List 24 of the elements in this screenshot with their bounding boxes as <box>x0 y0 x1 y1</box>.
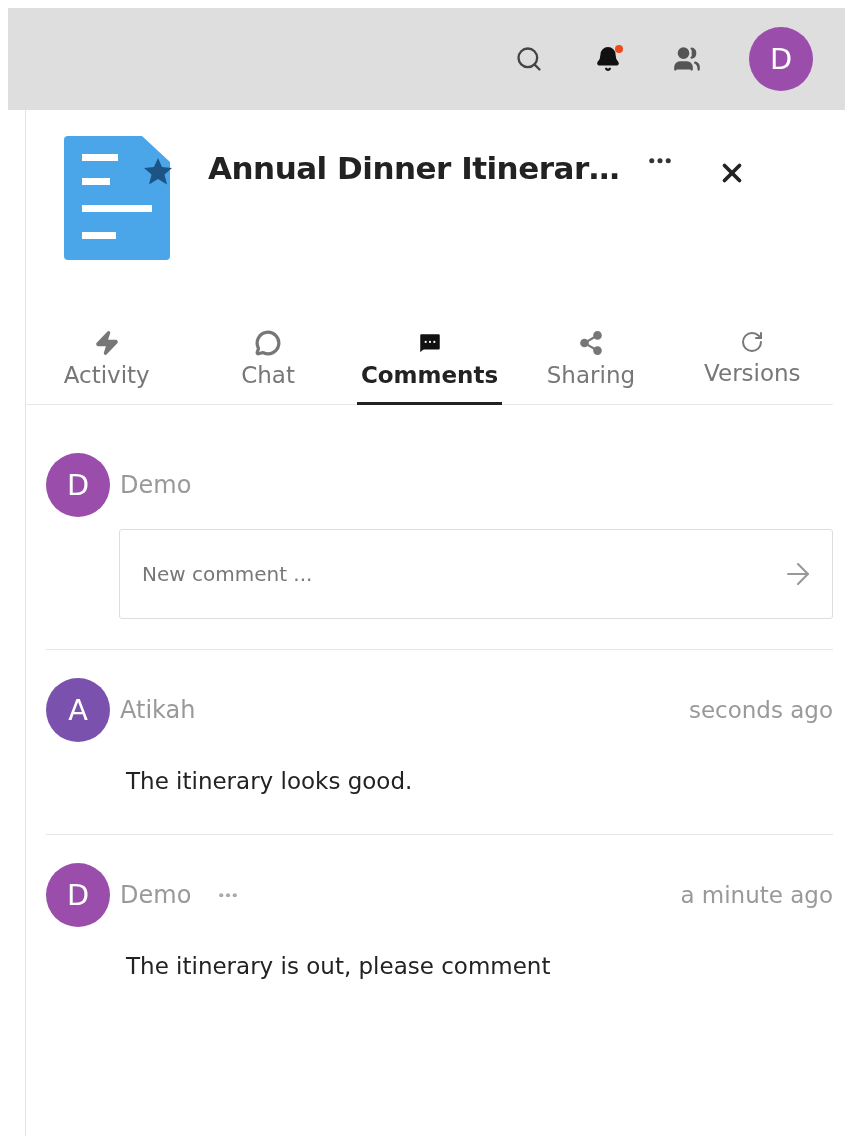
comment-text: The itinerary is out, please comment <box>126 953 552 979</box>
more-icon <box>219 892 238 898</box>
comment-time: a minute ago <box>680 882 833 908</box>
tab[interactable]: Chat <box>195 330 341 405</box>
user-avatar: D <box>46 863 110 927</box>
author-name: Demo <box>120 471 192 499</box>
author-name: Atikah <box>120 696 196 724</box>
tab[interactable]: Activity <box>34 330 180 405</box>
user-avatar: A <box>46 678 110 742</box>
tab[interactable]: Comments <box>356 330 503 405</box>
file-title: Annual Dinner Itinerar… <box>208 150 620 186</box>
author-name: Demo <box>120 881 192 909</box>
tab[interactable]: Versions <box>679 330 826 405</box>
user-avatar: D <box>46 453 110 517</box>
comment-time: seconds ago <box>688 697 833 723</box>
comment-text: The itinerary looks good. <box>126 768 414 794</box>
lightning-icon <box>93 330 120 356</box>
history-icon <box>740 330 765 354</box>
comment-field[interactable]: New comment ... <box>119 529 833 619</box>
more-icon <box>649 158 672 164</box>
share-icon <box>577 330 604 356</box>
tab[interactable]: Sharing <box>518 330 664 405</box>
user-avatar[interactable]: D <box>749 27 813 91</box>
chat-bubble-icon <box>255 330 282 356</box>
